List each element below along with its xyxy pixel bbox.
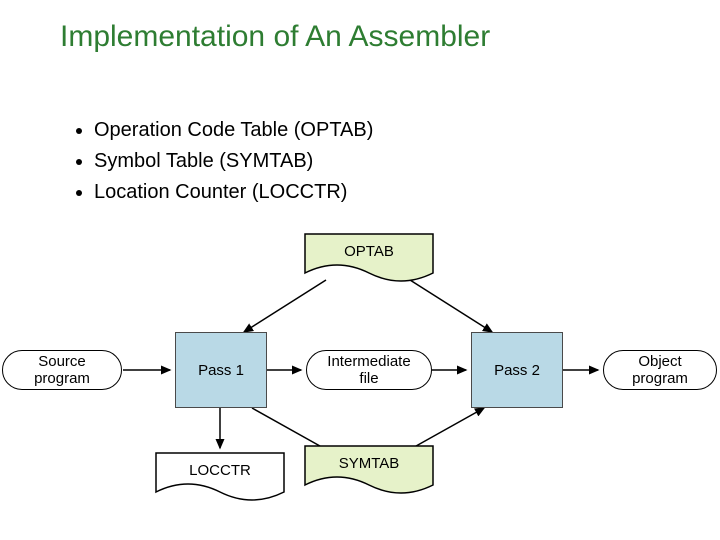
symtab-node: SYMTAB bbox=[304, 445, 434, 495]
slide-title: Implementation of An Assembler bbox=[60, 20, 660, 54]
intermediate-file-label: Intermediate file bbox=[317, 353, 421, 387]
optab-node: OPTAB bbox=[304, 233, 434, 283]
symtab-label: SYMTAB bbox=[304, 455, 434, 472]
pass2-label: Pass 2 bbox=[494, 362, 540, 379]
pass1-node: Pass 1 bbox=[175, 332, 267, 408]
locctr-label: LOCCTR bbox=[155, 462, 285, 479]
bullet-item: Location Counter (LOCCTR) bbox=[94, 177, 373, 208]
object-program-label: Object program bbox=[614, 353, 706, 387]
intermediate-file-node: Intermediate file bbox=[306, 350, 432, 390]
optab-label: OPTAB bbox=[304, 243, 434, 260]
flow-diagram: OPTAB Source program Pass 1 Intermediate… bbox=[0, 230, 720, 510]
source-program-label: Source program bbox=[13, 353, 111, 387]
bullet-item: Operation Code Table (OPTAB) bbox=[94, 115, 373, 146]
source-program-node: Source program bbox=[2, 350, 122, 390]
bullet-list: Operation Code Table (OPTAB) Symbol Tabl… bbox=[30, 115, 373, 208]
bullet-item: Symbol Table (SYMTAB) bbox=[94, 146, 373, 177]
locctr-node: LOCCTR bbox=[155, 452, 285, 502]
object-program-node: Object program bbox=[603, 350, 717, 390]
pass1-label: Pass 1 bbox=[198, 362, 244, 379]
pass2-node: Pass 2 bbox=[471, 332, 563, 408]
